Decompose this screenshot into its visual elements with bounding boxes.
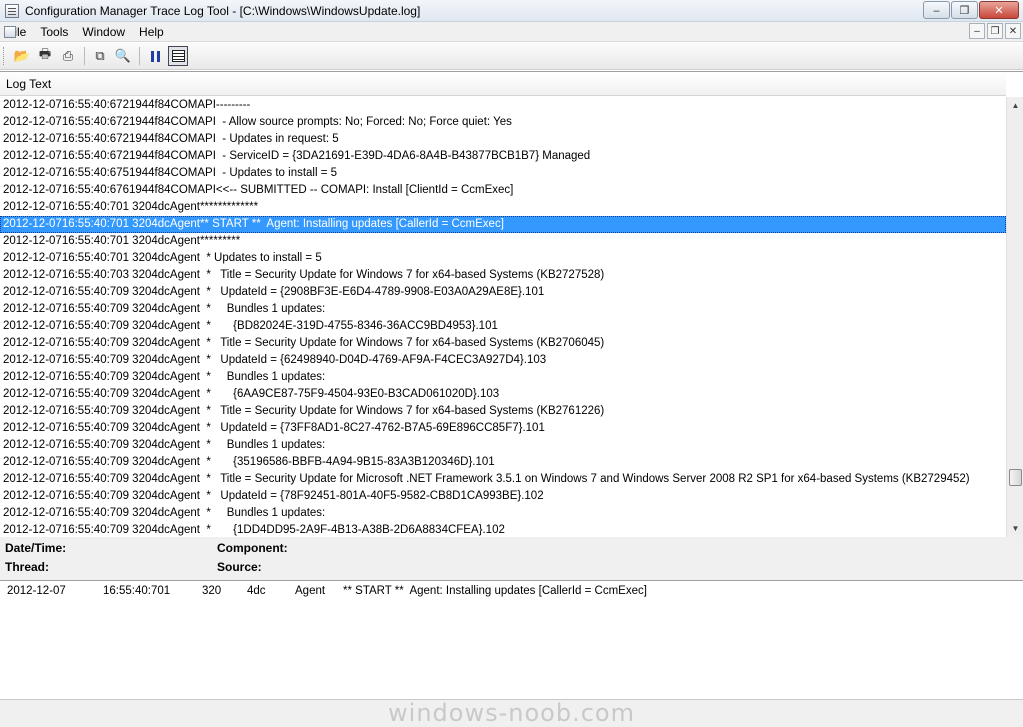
minimize-button[interactable]: ‒ — [923, 1, 950, 19]
document-icon[interactable] — [4, 26, 16, 38]
detail-time: 16:55:40:701 — [103, 585, 171, 597]
toolbar-separator — [84, 47, 85, 65]
detail-thread-hex: 4dc — [247, 585, 266, 597]
menu-help[interactable]: Help — [132, 25, 171, 39]
vertical-scrollbar[interactable]: ▲ ▼ — [1006, 97, 1023, 537]
log-row[interactable]: 2012-12-0716:55:40:709 3204dcAgent * {35… — [0, 454, 1006, 471]
log-row[interactable]: 2012-12-0716:55:40:709 3204dcAgent * Tit… — [0, 403, 1006, 420]
log-row[interactable]: 2012-12-0716:55:40:6721944f84COMAPI - Al… — [0, 114, 1006, 131]
log-row[interactable]: 2012-12-0716:55:40:709 3204dcAgent * Tit… — [0, 471, 1006, 488]
log-row[interactable]: 2012-12-0716:55:40:709 3204dcAgent * {1D… — [0, 522, 1006, 537]
log-row[interactable]: 2012-12-0716:55:40:709 3204dcAgent * Bun… — [0, 505, 1006, 522]
pause-icon[interactable] — [145, 46, 165, 66]
details-panel: Date/Time: Component: Thread: Source: — [0, 537, 1023, 580]
log-row[interactable]: 2012-12-0716:55:40:709 3204dcAgent * Upd… — [0, 284, 1006, 301]
app-log-icon — [5, 3, 19, 18]
log-row[interactable]: 2012-12-0716:55:40:709 3204dcAgent * {BD… — [0, 318, 1006, 335]
find-icon[interactable]: 🔍 — [113, 46, 133, 66]
scroll-up-icon[interactable]: ▲ — [1007, 97, 1023, 114]
log-row[interactable]: 2012-12-0716:55:40:701 3204dcAgent** STA… — [0, 216, 1006, 233]
detail-message: ** START ** Agent: Installing updates [C… — [343, 585, 647, 597]
log-row[interactable]: 2012-12-0716:55:40:701 3204dcAgent******… — [0, 199, 1006, 216]
document-window-controls: ‒ ❐ ✕ — [969, 23, 1021, 39]
thread-label: Thread: — [5, 560, 50, 574]
title-bar: Configuration Manager Trace Log Tool - [… — [0, 0, 1023, 22]
log-row[interactable]: 2012-12-0716:55:40:709 3204dcAgent * Bun… — [0, 301, 1006, 318]
menu-window[interactable]: Window — [75, 25, 132, 39]
log-list: Log Text 2012-12-0716:55:40:6721944f84CO… — [0, 71, 1023, 537]
restore-button[interactable]: ❐ — [951, 1, 978, 19]
log-row[interactable]: 2012-12-0716:55:40:6721944f84COMAPI - Se… — [0, 148, 1006, 165]
log-row[interactable]: 2012-12-0716:55:40:709 3204dcAgent * Bun… — [0, 437, 1006, 454]
scroll-thumb[interactable] — [1009, 469, 1022, 486]
log-row[interactable]: 2012-12-0716:55:40:6751944f84COMAPI - Up… — [0, 165, 1006, 182]
print-preview-icon[interactable]: 🖶 — [35, 46, 55, 66]
log-row[interactable]: 2012-12-0716:55:40:709 3204dcAgent * Upd… — [0, 488, 1006, 505]
menu-tools[interactable]: Tools — [33, 25, 75, 39]
toolbar: 📂 🖶 ⎙ ⧉ 🔍 — [0, 43, 1023, 70]
log-row[interactable]: 2012-12-0716:55:40:701 3204dcAgent******… — [0, 233, 1006, 250]
log-row[interactable]: 2012-12-0716:55:40:6761944f84COMAPI<<-- … — [0, 182, 1006, 199]
show-details-icon[interactable] — [168, 46, 188, 66]
copy-icon[interactable]: ⧉ — [90, 46, 110, 66]
detail-component: Agent — [295, 585, 326, 597]
log-rows: 2012-12-0716:55:40:6721944f84COMAPI-----… — [0, 97, 1006, 537]
open-folder-icon[interactable]: 📂 — [12, 46, 32, 66]
toolbar-grip[interactable] — [3, 47, 6, 65]
detail-date: 2012-12-07 — [7, 585, 66, 597]
menu-bar: File Tools Window Help ‒ ❐ ✕ — [0, 22, 1023, 42]
toolbar-separator — [139, 47, 140, 65]
log-row[interactable]: 2012-12-0716:55:40:701 3204dcAgent * Upd… — [0, 250, 1006, 267]
watermark-text: windows-noob.com — [388, 699, 635, 727]
component-label: Component: — [217, 541, 288, 555]
datetime-label: Date/Time: — [5, 541, 67, 555]
window-controls: ‒ ❐ ✕ — [923, 1, 1019, 19]
document-minimize-button[interactable]: ‒ — [969, 23, 985, 39]
log-detail-text[interactable]: 2012-12-07 16:55:40:701 320 4dc Agent **… — [0, 580, 1023, 700]
log-row[interactable]: 2012-12-0716:55:40:709 3204dcAgent * {6A… — [0, 386, 1006, 403]
log-row[interactable]: 2012-12-0716:55:40:6721944f84COMAPI - Up… — [0, 131, 1006, 148]
window-title: Configuration Manager Trace Log Tool - [… — [25, 3, 421, 18]
log-row[interactable]: 2012-12-0716:55:40:709 3204dcAgent * Bun… — [0, 369, 1006, 386]
column-header-log-text[interactable]: Log Text — [0, 72, 1006, 96]
print-icon[interactable]: ⎙ — [58, 46, 78, 66]
log-row[interactable]: 2012-12-0716:55:40:703 3204dcAgent * Tit… — [0, 267, 1006, 284]
log-row[interactable]: 2012-12-0716:55:40:6721944f84COMAPI-----… — [0, 97, 1006, 114]
log-row[interactable]: 2012-12-0716:55:40:709 3204dcAgent * Tit… — [0, 335, 1006, 352]
document-restore-button[interactable]: ❐ — [987, 23, 1003, 39]
detail-thread: 320 — [202, 585, 222, 597]
document-close-button[interactable]: ✕ — [1005, 23, 1021, 39]
close-button[interactable]: ✕ — [979, 1, 1019, 19]
scroll-down-icon[interactable]: ▼ — [1007, 520, 1023, 537]
log-row[interactable]: 2012-12-0716:55:40:709 3204dcAgent * Upd… — [0, 420, 1006, 437]
log-row[interactable]: 2012-12-0716:55:40:709 3204dcAgent * Upd… — [0, 352, 1006, 369]
source-label: Source: — [217, 560, 262, 574]
